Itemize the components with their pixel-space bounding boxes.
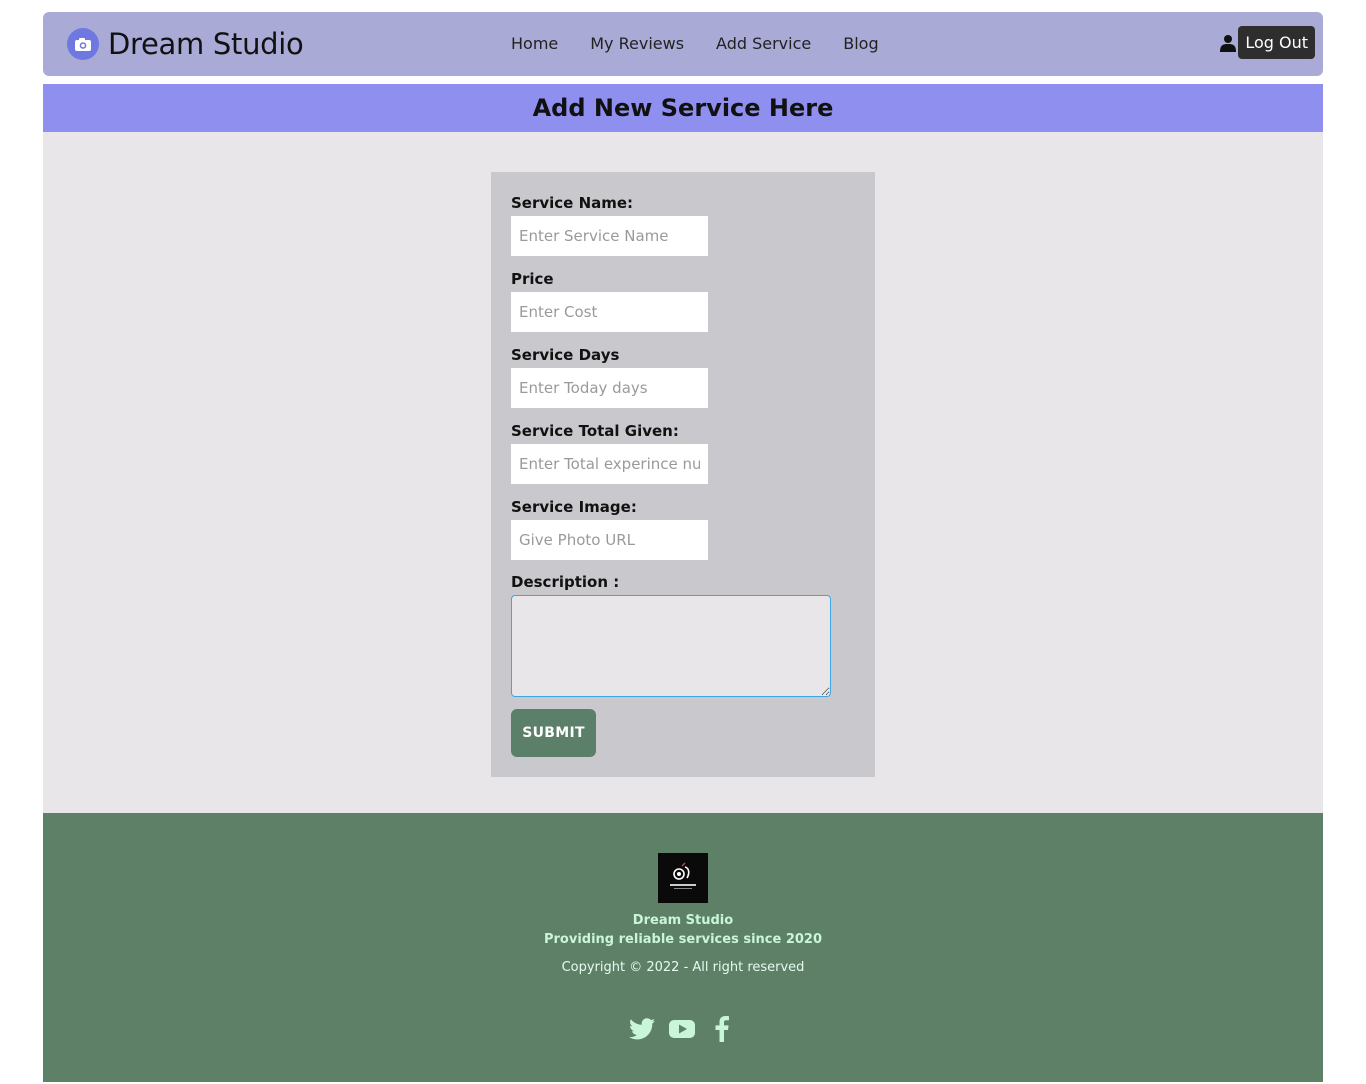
- social-links: [629, 1016, 735, 1042]
- service-name-input[interactable]: [511, 216, 708, 256]
- price-label: Price: [511, 270, 554, 288]
- price-input[interactable]: [511, 292, 708, 332]
- nav-link-my-reviews[interactable]: My Reviews: [590, 34, 684, 53]
- nav-link-blog[interactable]: Blog: [843, 34, 878, 53]
- nav-link-add-service[interactable]: Add Service: [716, 34, 811, 53]
- user-area: Log Out: [1220, 26, 1315, 59]
- service-total-given-input[interactable]: [511, 444, 708, 484]
- footer-logo: [658, 853, 708, 903]
- nav-links: Home My Reviews Add Service Blog: [511, 34, 879, 53]
- brand-name: Dream Studio: [108, 27, 304, 61]
- service-image-label: Service Image:: [511, 498, 637, 516]
- service-days-input[interactable]: [511, 368, 708, 408]
- footer-tagline: Providing reliable services since 2020: [543, 932, 823, 947]
- youtube-icon[interactable]: [669, 1016, 695, 1042]
- page-title: Add New Service Here: [532, 94, 834, 122]
- service-name-label: Service Name:: [511, 194, 634, 212]
- logout-button[interactable]: Log Out: [1238, 26, 1315, 59]
- facebook-icon[interactable]: [709, 1016, 735, 1042]
- service-total-given-label: Service Total Given:: [511, 422, 679, 440]
- footer-brand: Dream Studio: [632, 913, 734, 928]
- camera-icon: [67, 28, 99, 60]
- description-label: Description :: [511, 573, 620, 591]
- description-textarea[interactable]: [511, 595, 831, 697]
- page-banner: Add New Service Here: [43, 84, 1323, 132]
- service-days-label: Service Days: [511, 346, 620, 364]
- page: Dream Studio Home My Reviews Add Service…: [0, 0, 1366, 1084]
- footer: Dream Studio Providing reliable services…: [43, 813, 1323, 1082]
- navbar: Dream Studio Home My Reviews Add Service…: [43, 12, 1323, 76]
- user-icon: [1220, 34, 1237, 52]
- nav-link-home[interactable]: Home: [511, 34, 558, 53]
- twitter-icon[interactable]: [629, 1016, 655, 1042]
- add-service-form: Service Name: Price Service Days Service…: [491, 172, 875, 777]
- submit-button[interactable]: SUBMIT: [511, 709, 596, 757]
- brand[interactable]: Dream Studio: [67, 27, 304, 61]
- footer-copyright: Copyright © 2022 - All right reserved: [561, 960, 805, 975]
- service-image-input[interactable]: [511, 520, 708, 560]
- main-content: Service Name: Price Service Days Service…: [43, 132, 1323, 813]
